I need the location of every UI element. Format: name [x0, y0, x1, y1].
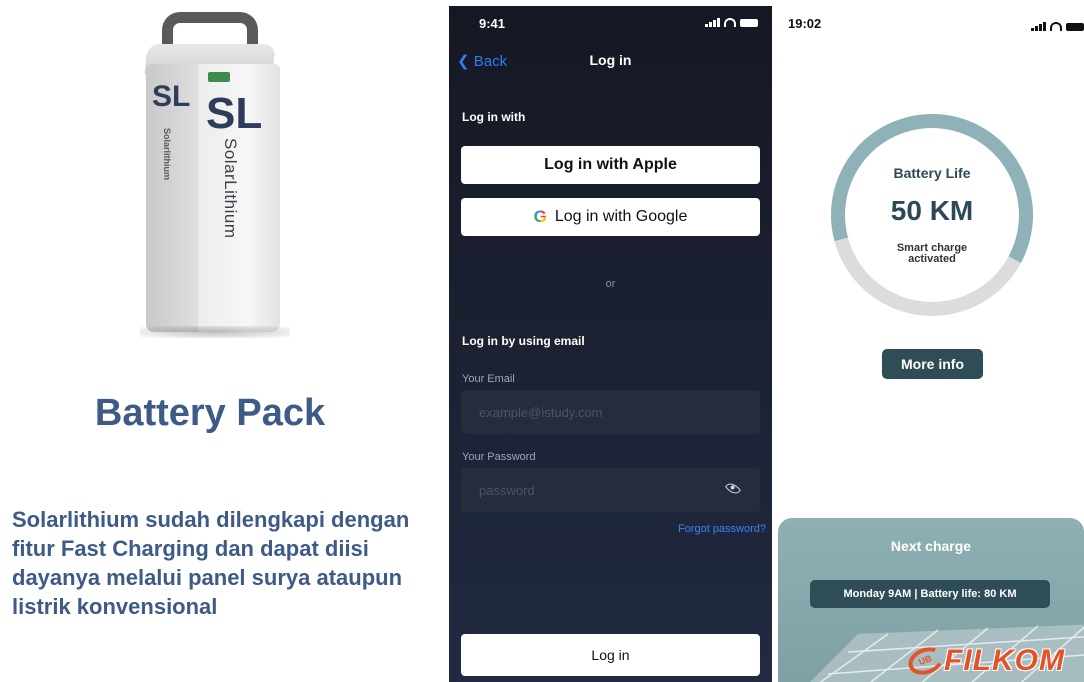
product-brand: SolarLithium — [221, 138, 240, 239]
battery-pack-promo: SL SL Solarlithium SolarLithium Battery … — [0, 0, 448, 682]
page-title: Log in — [589, 52, 632, 68]
product-title: Battery Pack — [94, 392, 326, 434]
gauge-value: 50 KM — [890, 195, 974, 226]
filkom-watermark: UB FILKOM — [904, 642, 1065, 680]
gauge-label: Battery Life — [893, 165, 971, 181]
next-charge-card: Next charge Monday 9AM | Battery life: 8… — [778, 518, 1084, 682]
forgot-password-link[interactable]: Forgot password? — [678, 523, 766, 535]
login-button-label: Log in — [591, 647, 630, 663]
product-brand-side: Solarlithium — [162, 128, 172, 181]
battery-pack-image: SL SL Solarlithium SolarLithium — [120, 8, 300, 338]
signal-icon — [705, 18, 720, 27]
password-field-wrapper — [461, 468, 760, 512]
battery-icon — [740, 19, 758, 27]
google-icon: G — [533, 207, 547, 226]
email-login-heading: Log in by using email — [462, 334, 585, 348]
more-info-button[interactable]: More info — [882, 349, 983, 379]
signal-icon — [1031, 22, 1046, 31]
login-button[interactable]: Log in — [461, 634, 760, 676]
password-label: Your Password — [462, 451, 536, 463]
next-charge-detail: Monday 9AM | Battery life: 80 KM — [810, 580, 1050, 608]
login-apple-label: Log in with Apple — [544, 156, 677, 173]
email-field[interactable] — [479, 404, 742, 420]
or-divider: or — [605, 278, 616, 290]
battery-indicator-badge — [208, 72, 230, 82]
filkom-wordmark: FILKOM — [944, 644, 1065, 677]
login-google-button[interactable]: G Log in with Google — [461, 198, 760, 236]
battery-icon — [1066, 23, 1084, 31]
email-field-wrapper — [461, 390, 760, 434]
wifi-icon — [1050, 22, 1062, 31]
wifi-icon — [724, 18, 736, 27]
password-field[interactable] — [479, 482, 742, 498]
product-description: Solarlithium sudah dilengkapi dengan fit… — [12, 507, 410, 619]
login-apple-button[interactable]: Log in with Apple — [461, 146, 760, 184]
email-label: Your Email — [462, 373, 515, 385]
login-screen: 9:41 ❮ Back Log in Log in with Log in wi… — [449, 6, 772, 682]
next-charge-title: Next charge — [890, 538, 972, 554]
more-info-label: More info — [901, 356, 964, 372]
login-google-label: Log in with Google — [554, 208, 688, 225]
status-time: 19:02 — [788, 16, 822, 31]
product-logo-mark: SL — [206, 89, 263, 138]
login-with-heading: Log in with — [462, 110, 526, 124]
product-logo-mark-side: SL — [152, 80, 191, 113]
status-bar: 9:41 — [449, 6, 772, 40]
status-time: 9:41 — [479, 16, 506, 31]
filkom-logo-icon: UB — [904, 642, 948, 680]
smart-charge-status: Smart charge activated — [896, 242, 968, 265]
battery-status-screen: 19:02 Battery Life 50 KM Smart charge ac… — [778, 8, 1084, 682]
